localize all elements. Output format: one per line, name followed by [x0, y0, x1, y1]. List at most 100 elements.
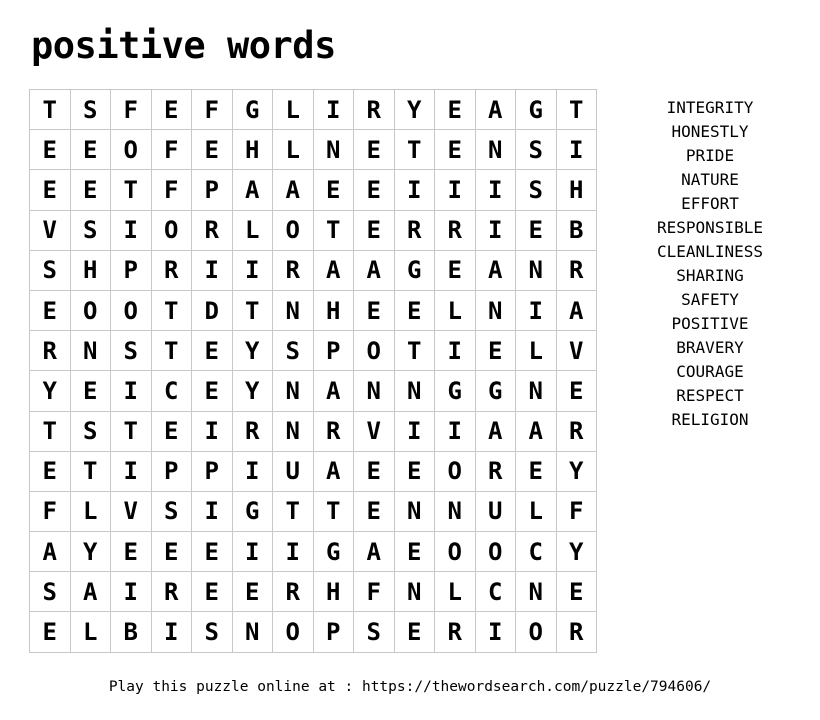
grid-cell[interactable]: I: [231, 450, 273, 492]
grid-cell[interactable]: A: [353, 249, 395, 291]
grid-cell[interactable]: O: [69, 289, 111, 332]
grid-cell[interactable]: A: [312, 370, 354, 412]
grid-cell[interactable]: E: [29, 129, 71, 171]
grid-cell[interactable]: G: [434, 370, 476, 412]
grid-cell[interactable]: R: [191, 209, 233, 251]
grid-cell[interactable]: N: [312, 129, 354, 171]
grid-cell[interactable]: Y: [231, 370, 273, 412]
grid-cell[interactable]: E: [353, 450, 395, 492]
grid-cell[interactable]: E: [69, 370, 111, 412]
grid-cell[interactable]: P: [191, 450, 233, 492]
grid-cell[interactable]: A: [312, 450, 354, 492]
grid-cell[interactable]: B: [555, 209, 597, 251]
grid-cell[interactable]: H: [69, 249, 111, 291]
grid-cell[interactable]: A: [312, 249, 354, 291]
grid-cell[interactable]: G: [231, 490, 273, 533]
grid-cell[interactable]: R: [272, 571, 314, 613]
grid-cell[interactable]: I: [272, 531, 314, 573]
grid-cell[interactable]: E: [515, 209, 557, 251]
grid-cell[interactable]: T: [29, 410, 71, 452]
grid-cell[interactable]: T: [312, 209, 354, 251]
grid-cell[interactable]: N: [434, 490, 476, 533]
grid-cell[interactable]: A: [555, 289, 597, 332]
grid-cell[interactable]: Y: [29, 370, 71, 412]
grid-cell[interactable]: O: [110, 289, 152, 332]
grid-cell[interactable]: V: [353, 410, 395, 452]
grid-cell[interactable]: U: [474, 490, 516, 533]
grid-cell[interactable]: N: [69, 330, 111, 372]
grid-cell[interactable]: E: [393, 531, 435, 573]
grid-cell[interactable]: A: [474, 88, 516, 131]
grid-cell[interactable]: T: [150, 289, 192, 332]
grid-cell[interactable]: E: [191, 129, 233, 171]
grid-cell[interactable]: I: [474, 611, 516, 653]
grid-cell[interactable]: I: [110, 571, 152, 613]
grid-cell[interactable]: N: [393, 571, 435, 613]
grid-cell[interactable]: I: [474, 169, 516, 211]
grid-cell[interactable]: E: [191, 571, 233, 613]
grid-cell[interactable]: T: [29, 88, 71, 131]
grid-cell[interactable]: H: [312, 289, 354, 332]
grid-cell[interactable]: T: [150, 330, 192, 372]
grid-cell[interactable]: R: [393, 209, 435, 251]
grid-cell[interactable]: L: [515, 330, 557, 372]
grid-cell[interactable]: E: [29, 289, 71, 332]
grid-cell[interactable]: C: [150, 370, 192, 412]
grid-cell[interactable]: G: [474, 370, 516, 412]
grid-cell[interactable]: N: [474, 129, 516, 171]
grid-cell[interactable]: T: [69, 450, 111, 492]
grid-cell[interactable]: S: [69, 88, 111, 131]
grid-cell[interactable]: E: [353, 129, 395, 171]
grid-cell[interactable]: F: [110, 88, 152, 131]
grid-cell[interactable]: F: [555, 490, 597, 533]
grid-cell[interactable]: F: [150, 129, 192, 171]
grid-cell[interactable]: N: [353, 370, 395, 412]
grid-cell[interactable]: R: [353, 88, 395, 131]
grid-cell[interactable]: Y: [393, 88, 435, 131]
grid-cell[interactable]: T: [393, 330, 435, 372]
grid-cell[interactable]: S: [110, 330, 152, 372]
grid-cell[interactable]: R: [474, 450, 516, 492]
grid-cell[interactable]: N: [393, 490, 435, 533]
grid-cell[interactable]: I: [393, 410, 435, 452]
grid-cell[interactable]: E: [110, 531, 152, 573]
grid-cell[interactable]: I: [110, 209, 152, 251]
grid-cell[interactable]: F: [191, 88, 233, 131]
grid-cell[interactable]: S: [29, 249, 71, 291]
grid-cell[interactable]: O: [110, 129, 152, 171]
grid-cell[interactable]: L: [434, 289, 476, 332]
grid-cell[interactable]: A: [29, 531, 71, 573]
grid-cell[interactable]: G: [231, 88, 273, 131]
grid-cell[interactable]: D: [191, 289, 233, 332]
grid-cell[interactable]: T: [110, 410, 152, 452]
grid-cell[interactable]: N: [231, 611, 273, 653]
grid-cell[interactable]: L: [515, 490, 557, 533]
grid-cell[interactable]: L: [272, 129, 314, 171]
grid-cell[interactable]: F: [150, 169, 192, 211]
grid-cell[interactable]: R: [29, 330, 71, 372]
grid-cell[interactable]: L: [69, 611, 111, 653]
grid-cell[interactable]: A: [474, 249, 516, 291]
grid-cell[interactable]: A: [353, 531, 395, 573]
grid-cell[interactable]: V: [29, 209, 71, 251]
grid-cell[interactable]: E: [69, 169, 111, 211]
grid-cell[interactable]: E: [69, 129, 111, 171]
grid-cell[interactable]: R: [434, 611, 476, 653]
grid-cell[interactable]: Y: [555, 531, 597, 573]
grid-cell[interactable]: R: [150, 249, 192, 291]
grid-cell[interactable]: E: [555, 370, 597, 412]
grid-cell[interactable]: S: [150, 490, 192, 533]
grid-cell[interactable]: P: [312, 330, 354, 372]
grid-cell[interactable]: S: [191, 611, 233, 653]
grid-cell[interactable]: L: [69, 490, 111, 533]
grid-cell[interactable]: B: [110, 611, 152, 653]
grid-cell[interactable]: R: [150, 571, 192, 613]
grid-cell[interactable]: E: [191, 330, 233, 372]
grid-cell[interactable]: C: [474, 571, 516, 613]
grid-cell[interactable]: E: [434, 129, 476, 171]
grid-cell[interactable]: I: [434, 410, 476, 452]
grid-cell[interactable]: N: [272, 410, 314, 452]
grid-cell[interactable]: T: [231, 289, 273, 332]
grid-cell[interactable]: N: [515, 249, 557, 291]
grid-cell[interactable]: T: [312, 490, 354, 533]
